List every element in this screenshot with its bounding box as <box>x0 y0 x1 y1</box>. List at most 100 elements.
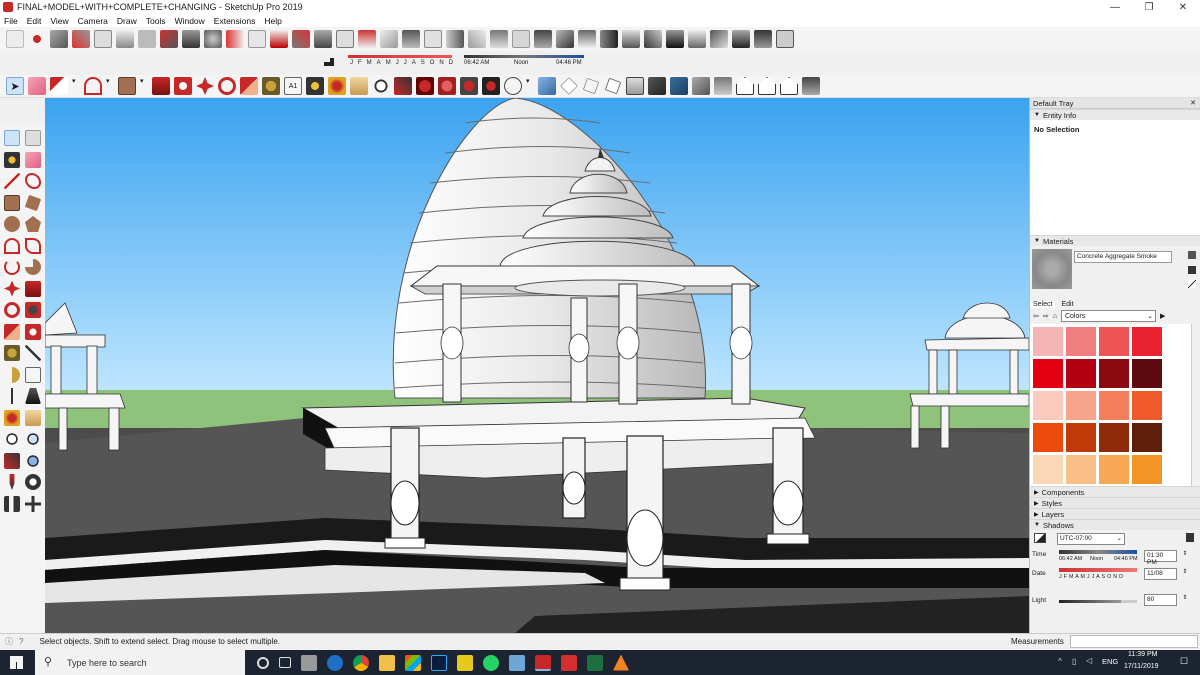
color-swatch[interactable] <box>1132 423 1162 452</box>
zoom-extents-icon[interactable] <box>4 452 20 469</box>
maximize-button[interactable]: ❐ <box>1132 0 1166 14</box>
tool-icon[interactable] <box>490 30 508 48</box>
tool-icon[interactable] <box>116 30 134 48</box>
tool-icon[interactable] <box>182 30 200 48</box>
tool-icon[interactable] <box>534 30 552 48</box>
offset-icon[interactable] <box>25 323 41 340</box>
menu-edit[interactable]: Edit <box>27 16 42 26</box>
shadow-settings-icon[interactable] <box>1186 533 1194 542</box>
make-component-icon[interactable] <box>25 130 41 146</box>
color-swatch[interactable] <box>1066 359 1096 388</box>
taskbar-clock[interactable]: 11:39 PM <box>1128 651 1157 658</box>
taskbar-date[interactable]: 17/11/2019 <box>1124 663 1159 670</box>
account-icon[interactable] <box>504 77 522 95</box>
eraser-icon[interactable] <box>28 77 46 95</box>
3d-text-icon[interactable] <box>25 388 41 404</box>
paint-bucket-icon[interactable] <box>4 151 20 168</box>
front-view-icon[interactable] <box>736 77 754 95</box>
menu-extensions[interactable]: Extensions <box>214 16 256 26</box>
color-swatch[interactable] <box>1066 423 1096 452</box>
iso-view-icon[interactable] <box>692 77 710 95</box>
menu-draw[interactable]: Draw <box>117 16 137 26</box>
select-icon[interactable] <box>4 130 20 146</box>
zoom-icon[interactable] <box>4 431 20 447</box>
task-view-icon[interactable] <box>279 657 291 668</box>
move-icon[interactable] <box>196 77 214 95</box>
rectangle-icon[interactable] <box>4 194 20 211</box>
tool-icon[interactable] <box>402 30 420 48</box>
tool-icon[interactable] <box>94 30 112 48</box>
move-icon[interactable] <box>4 280 20 297</box>
date-slider[interactable] <box>1059 568 1137 572</box>
tab-select[interactable]: Select <box>1030 301 1056 308</box>
dropdown-arrow-icon[interactable]: ▾ <box>526 77 534 95</box>
color-swatch[interactable] <box>1132 327 1162 356</box>
notification-icon[interactable]: ☐ <box>1180 656 1188 667</box>
rotate-icon[interactable] <box>4 302 20 318</box>
color-swatch[interactable] <box>1033 423 1063 452</box>
arc-icon[interactable] <box>4 237 20 254</box>
chrome-icon[interactable] <box>353 654 369 671</box>
vlc-icon[interactable] <box>613 654 629 671</box>
color-swatch[interactable] <box>1099 455 1129 484</box>
excel-icon[interactable] <box>587 654 603 671</box>
color-swatch[interactable] <box>1132 391 1162 420</box>
look-around-icon[interactable] <box>25 474 41 490</box>
tool-icon[interactable] <box>776 30 794 48</box>
shadows-header[interactable]: ▼ Shadows <box>1030 519 1200 530</box>
tool-icon[interactable] <box>710 30 728 48</box>
material-display-icon[interactable] <box>1188 251 1196 259</box>
shadow-toggle-icon[interactable] <box>322 55 336 69</box>
taskbar-search[interactable]: ⚲ Type here to search <box>35 650 245 675</box>
warehouse-icon[interactable] <box>416 77 434 95</box>
details-arrow-icon[interactable]: ▶ <box>1160 312 1165 320</box>
color-swatch[interactable] <box>1132 455 1162 484</box>
model-viewport[interactable] <box>45 98 1029 633</box>
style-wireframe-icon[interactable] <box>582 77 600 95</box>
network-icon[interactable]: ▯ <box>1072 657 1076 666</box>
language-indicator[interactable]: ENG <box>1102 657 1118 666</box>
style-xray-icon[interactable] <box>538 77 556 95</box>
tool-icon[interactable] <box>248 30 266 48</box>
tool-icon[interactable] <box>226 30 244 48</box>
tool-icon[interactable] <box>578 30 596 48</box>
home-icon[interactable]: ⌂ <box>1053 313 1057 320</box>
time-stepper[interactable]: ⇕ <box>1181 550 1189 562</box>
zoom-window-icon[interactable] <box>25 431 41 447</box>
tool-icon[interactable] <box>314 30 332 48</box>
tool-icon[interactable] <box>72 30 90 48</box>
pan-hand-icon[interactable] <box>350 77 368 95</box>
tool-icon[interactable] <box>600 30 618 48</box>
color-swatch[interactable] <box>1099 423 1129 452</box>
calculator-icon[interactable] <box>301 654 317 671</box>
tool-icon[interactable] <box>446 30 464 48</box>
axes-icon[interactable] <box>4 388 20 404</box>
materials-header[interactable]: ▼ Materials <box>1030 235 1200 246</box>
menu-camera[interactable]: Camera <box>78 16 108 26</box>
paint-bucket-icon[interactable] <box>306 77 324 95</box>
light-field[interactable]: 80 <box>1144 594 1177 606</box>
dimension-icon[interactable] <box>25 345 41 361</box>
color-swatch[interactable] <box>1033 391 1063 420</box>
time-slider[interactable] <box>1059 550 1137 554</box>
snipping-tool-icon[interactable] <box>509 654 525 671</box>
notes-icon[interactable] <box>457 654 473 671</box>
minimize-button[interactable]: — <box>1098 0 1132 14</box>
color-swatch[interactable] <box>1033 359 1063 388</box>
tool-icon[interactable] <box>556 30 574 48</box>
light-stepper[interactable]: ⇕ <box>1181 594 1189 606</box>
layout-icon[interactable] <box>460 77 478 95</box>
date-field[interactable]: 11/08 <box>1144 568 1177 580</box>
color-swatch[interactable] <box>1099 327 1129 356</box>
color-swatch[interactable] <box>1099 359 1129 388</box>
left-view-icon[interactable] <box>802 77 820 95</box>
tool-icon[interactable] <box>512 30 530 48</box>
right-view-icon[interactable] <box>758 77 776 95</box>
style-hidden-line-icon[interactable] <box>604 77 622 95</box>
pan-icon[interactable] <box>25 409 41 426</box>
close-button[interactable]: ✕ <box>1166 0 1200 14</box>
file-explorer-icon[interactable] <box>379 654 395 671</box>
store-icon[interactable] <box>405 654 421 671</box>
previous-view-icon[interactable] <box>25 452 41 469</box>
tool-icon[interactable] <box>380 30 398 48</box>
